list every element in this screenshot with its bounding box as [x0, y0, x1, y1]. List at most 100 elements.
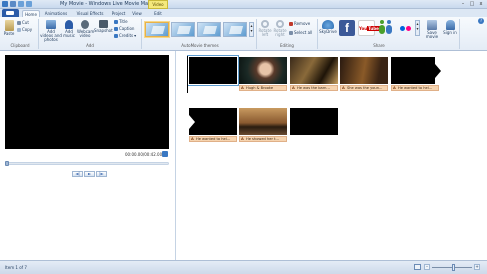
title-button[interactable]: Title: [114, 19, 128, 24]
zoom-in-button[interactable]: +: [474, 264, 480, 270]
title-label: Title: [119, 19, 128, 24]
caption-button[interactable]: Caption: [114, 26, 134, 31]
webcam-video-button[interactable]: Webcam video: [77, 20, 94, 38]
app-icon[interactable]: [2, 1, 8, 7]
zoom-slider-handle[interactable]: [452, 264, 455, 271]
next-frame-button[interactable]: |►: [96, 171, 107, 177]
playhead[interactable]: [187, 56, 188, 93]
caption-barn[interactable]: He was the barn...: [290, 85, 338, 91]
clip-1-title[interactable]: [187, 55, 239, 86]
item-count: Item 1 of 7: [5, 265, 27, 270]
skydrive-label: SkyDrive: [319, 29, 337, 34]
save-movie-icon: [427, 20, 437, 30]
credits-icon: [114, 33, 118, 38]
share-more-button[interactable]: ▴ ▾: [415, 20, 420, 36]
tab-project[interactable]: Project: [110, 10, 127, 17]
file-menu-button[interactable]: [2, 9, 19, 17]
preview-pane: 00:00.00/00:42.00 ◄| ► |►: [0, 51, 176, 260]
save-icon[interactable]: [10, 1, 16, 7]
clip-4-photo[interactable]: [340, 57, 388, 84]
snapshot-button[interactable]: Snapshot: [94, 20, 113, 33]
title-bar: My Movie - Windows Live Movie Maker Vide…: [0, 0, 487, 14]
caption-hugh-brooke[interactable]: Hugh & Brooke: [239, 85, 287, 91]
clip-8-credits-black[interactable]: [290, 108, 338, 135]
clip-6-caption-black[interactable]: [189, 108, 237, 135]
tab-animations[interactable]: Animations: [43, 10, 69, 17]
paste-button[interactable]: Paste: [3, 20, 15, 36]
previous-frame-button[interactable]: ◄|: [72, 171, 83, 177]
clip-7-photo[interactable]: [239, 108, 287, 135]
status-bar: Item 1 of 7 – +: [0, 260, 487, 274]
minimize-button[interactable]: –: [459, 1, 467, 7]
clip-5-caption-black[interactable]: [391, 57, 441, 84]
themes-group-label: AutoMovie themes: [181, 43, 219, 48]
zoom-out-button[interactable]: –: [424, 264, 430, 270]
cut-button[interactable]: Cut: [17, 20, 29, 25]
select-all-label: Select all: [294, 30, 313, 35]
tab-edit[interactable]: Edit: [151, 10, 165, 17]
flickr-icon[interactable]: [397, 20, 413, 36]
seek-handle[interactable]: [5, 161, 9, 166]
cut-label: Cut: [22, 20, 29, 25]
quick-access-toolbar: [2, 1, 32, 7]
messenger-icon[interactable]: [378, 20, 394, 36]
editing-group-label: Editing: [280, 43, 294, 48]
storyboard: Hugh & Brooke He was the barn... She was…: [176, 51, 487, 260]
save-movie-label: Save movie: [425, 30, 439, 39]
caption-wanted-help[interactable]: He wanted to hel...: [391, 85, 439, 91]
remove-button[interactable]: Remove: [289, 21, 310, 26]
caption-showed-her[interactable]: He showed her t...: [239, 136, 287, 142]
ribbon-tabs: Home Animations Visual Effects Project V…: [0, 9, 487, 17]
help-icon[interactable]: ?: [478, 18, 484, 24]
close-button[interactable]: x: [477, 1, 485, 7]
save-movie-button[interactable]: Save movie: [423, 20, 441, 39]
themes-scroll-button[interactable]: ▴ ▾: [249, 22, 254, 37]
tab-view[interactable]: View: [130, 10, 144, 17]
add-music-button[interactable]: Add music: [62, 20, 76, 38]
caption-icon: [114, 26, 118, 31]
theme-default[interactable]: [145, 22, 169, 37]
credits-button[interactable]: Credits ▾: [114, 33, 136, 38]
chevron-down-icon: ▾: [134, 33, 137, 38]
separator: [38, 19, 39, 49]
remove-icon: [289, 21, 293, 26]
clip-3-photo[interactable]: [290, 57, 338, 84]
storyboard-view-icon[interactable]: [414, 264, 421, 270]
video-preview[interactable]: [5, 55, 169, 149]
share-group-label: Share: [373, 43, 385, 48]
rotate-left-button[interactable]: Rotate left: [258, 20, 272, 37]
timecode: 00:00.00/00:42.00: [125, 152, 163, 157]
fullscreen-icon[interactable]: [162, 151, 168, 157]
sign-in-button[interactable]: Sign in: [443, 20, 457, 35]
youtube-icon[interactable]: YouTube: [358, 20, 380, 36]
theme-contemporary[interactable]: [171, 22, 195, 37]
add-music-label: Add music: [63, 29, 75, 38]
redo-icon[interactable]: [26, 1, 32, 7]
add-videos-photos-button[interactable]: Add videos and photos: [40, 20, 62, 42]
tab-home[interactable]: Home: [22, 10, 40, 17]
select-all-icon: [289, 30, 293, 35]
maximize-button[interactable]: □: [468, 1, 476, 7]
tab-visual-effects[interactable]: Visual Effects: [74, 10, 106, 17]
copy-label: Copy: [22, 27, 33, 32]
rotate-right-label: Rotate right: [273, 28, 287, 37]
add-videos-label: Add videos and photos: [40, 29, 62, 42]
copy-button[interactable]: Copy: [17, 27, 32, 32]
rotate-right-button[interactable]: Rotate right: [273, 20, 287, 37]
skydrive-button[interactable]: SkyDrive: [319, 20, 337, 34]
facebook-icon[interactable]: f: [339, 20, 355, 36]
separator: [317, 19, 318, 49]
video-tools-context-tab[interactable]: Video Tools: [148, 0, 168, 14]
undo-icon[interactable]: [18, 1, 24, 7]
clip-2-photo[interactable]: [239, 57, 287, 84]
camera-icon: [98, 20, 108, 28]
separator: [256, 19, 257, 49]
seek-bar[interactable]: [5, 162, 169, 165]
theme-fade[interactable]: [223, 22, 247, 37]
theme-cinematic[interactable]: [197, 22, 221, 37]
caption-younger[interactable]: She was the youn...: [340, 85, 388, 91]
select-all-button[interactable]: Select all: [289, 30, 312, 35]
ribbon: Paste Cut Copy Clipboard Add videos and …: [0, 17, 487, 51]
caption-wanted-help-2[interactable]: He wanted to hel...: [189, 136, 237, 142]
play-button[interactable]: ►: [84, 171, 95, 177]
